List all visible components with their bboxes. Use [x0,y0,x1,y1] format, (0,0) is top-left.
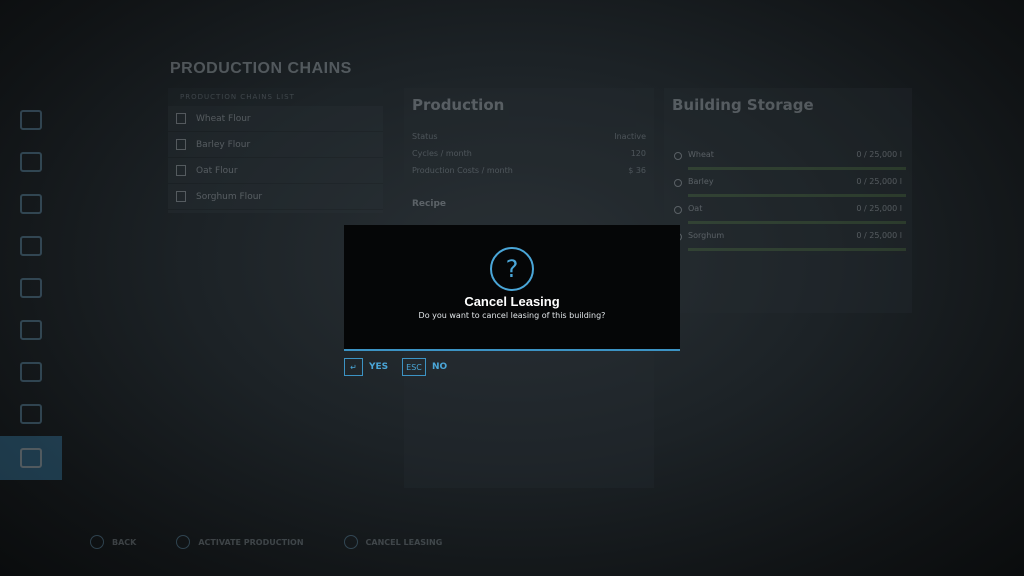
calendar-icon [20,152,42,172]
statistics-icon [20,404,42,424]
footer-hints: BACK ACTIVATE PRODUCTION CANCEL LEASING [90,535,442,549]
storage-row: Barley 0 / 25,000 l [674,177,906,197]
dialog-title: Cancel Leasing [464,294,560,309]
animals-icon [20,278,42,298]
yes-button-label: YES [369,362,389,372]
storage-row: Sorghum 0 / 25,000 l [674,231,906,251]
cancel-leasing-dialog: ? Cancel Leasing Do you want to cancel l… [344,225,680,350]
vehicle-icon [20,194,42,214]
building-storage-panel: Building Storage Wheat 0 / 25,000 l Barle… [664,88,912,313]
storage-row: Oat 0 / 25,000 l [674,204,906,224]
checkbox-icon [176,113,186,124]
controller-button-icon [343,535,358,549]
hint-back: BACK [90,535,136,549]
recipe-label: Recipe [412,199,447,209]
no-button-label: NO [432,362,448,372]
production-row: Cycles / month 120 [412,149,646,158]
no-button[interactable]: ESC NO [402,358,447,376]
list-item: Oat Flour [168,158,383,184]
sidebar-item-production [0,436,62,480]
controller-button-icon [176,535,191,549]
dialog-message: Do you want to cancel leasing of this bu… [418,311,606,320]
storage-title: Building Storage [672,96,814,114]
fill-type-icon [674,179,682,187]
hint-activate: ACTIVATE PRODUCTION [176,535,304,549]
production-title: Production [412,96,505,114]
list-item: Barley Flour [168,132,383,158]
map-icon [20,110,42,130]
controller-button-icon [90,535,104,549]
yes-button[interactable]: ↵ YES [344,358,388,376]
checkbox-icon [176,139,186,150]
hint-cancel: CANCEL LEASING [343,535,442,549]
dialog-accent-line [344,349,680,351]
factory-icon [20,448,42,468]
production-row: Production Costs / month $ 36 [412,166,646,175]
price-icon [20,236,42,256]
fill-type-icon [674,206,682,214]
question-mark-icon: ? [490,247,534,291]
contracts-icon [20,320,42,340]
list-header: PRODUCTION CHAINS LIST [168,88,383,106]
workers-icon [20,362,42,382]
list-item: Sorghum Flour [168,184,383,210]
production-chain-list: PRODUCTION CHAINS LIST Wheat Flour Barle… [168,88,383,213]
list-item: Wheat Flour [168,106,383,132]
production-row: Status Inactive [412,132,646,141]
esc-key-icon: ESC [402,358,426,376]
fill-type-icon [674,152,682,160]
enter-key-icon: ↵ [344,358,363,376]
checkbox-icon [176,191,186,202]
storage-row: Wheat 0 / 25,000 l [674,150,906,170]
page-title: PRODUCTION CHAINS [170,60,352,77]
checkbox-icon [176,165,186,176]
